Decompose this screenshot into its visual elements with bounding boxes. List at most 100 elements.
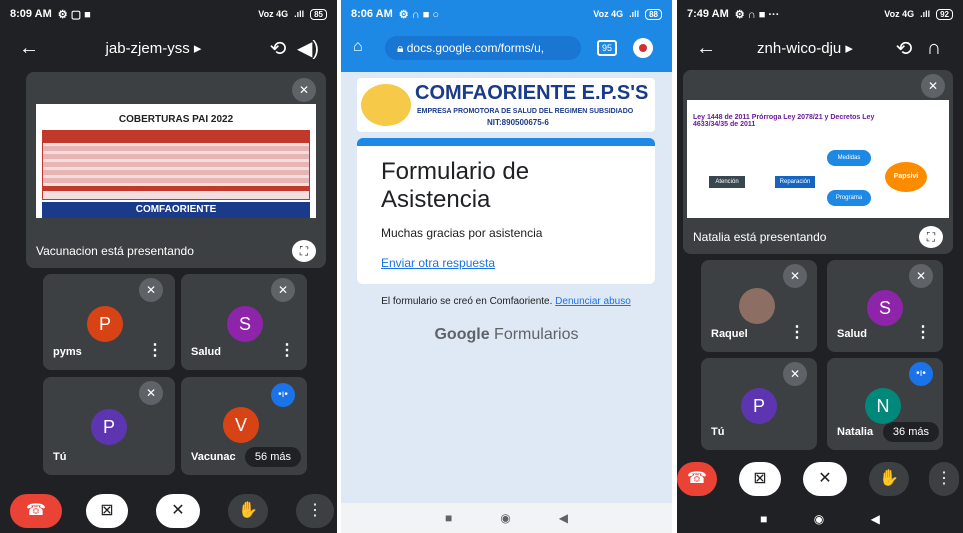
more-options-icon[interactable]: ⋮ [279, 340, 295, 360]
status-bar: 7:49 AM ⚙ ∩ ■ ··· Voz 4G .ıll 92 [677, 0, 963, 28]
mic-off-icon: ✕ [292, 78, 316, 102]
slide-title: COBERTURAS PAI 2022 [118, 114, 234, 125]
signal-icon: .ıll [920, 9, 931, 19]
camera-off-button[interactable]: ⊠ [86, 494, 128, 528]
avatar: P [91, 409, 127, 445]
participant-tile[interactable]: ✕ Raquel ⋮ [701, 260, 817, 352]
presenter-label: Vacunacion está presentando [36, 244, 194, 258]
headphones-icon[interactable]: ∩ [919, 37, 949, 60]
participant-tile[interactable]: ✕ P Tú [43, 377, 175, 475]
home-button-icon[interactable]: ◉ [500, 511, 510, 525]
mic-off-icon: ✕ [783, 362, 807, 386]
fullscreen-icon[interactable]: ⛶ [292, 240, 316, 262]
android-nav-bar: ■ ◉ ◀ [341, 503, 672, 533]
banner-subtitle: EMPRESA PROMOTORA DE SALUD DEL REGIMEN S… [417, 108, 634, 115]
presenter-label: Natalia está presentando [693, 230, 827, 244]
participant-tile[interactable]: ✕ S Salud ⋮ [181, 274, 307, 370]
home-button-icon[interactable]: ◉ [814, 512, 824, 526]
participant-name: Vacunac [191, 451, 236, 463]
mic-off-icon: ✕ [139, 278, 163, 302]
more-options-button[interactable]: ⋮ [929, 462, 959, 496]
participant-tile[interactable]: •ı• N Natalia 36 más [827, 358, 943, 450]
flow-box: Medidas Rehabilitación [827, 150, 871, 177]
battery-icon: 92 [936, 8, 953, 20]
report-abuse-link[interactable]: Denunciar abuso [555, 296, 631, 307]
participant-tile[interactable]: ✕ S Salud ⋮ [827, 260, 943, 352]
banner-nit: NIT:890500675-6 [487, 118, 549, 127]
clock: 7:49 AM [687, 8, 729, 20]
mic-off-icon: ✕ [271, 278, 295, 302]
mic-off-button[interactable]: ✕ [156, 494, 200, 528]
participant-name: Salud [191, 346, 221, 358]
battery-icon: 85 [310, 8, 327, 20]
more-options-button[interactable]: ⋮ [296, 494, 334, 528]
more-options-icon[interactable]: ⋮ [147, 340, 163, 360]
flow-box: Programa Rehabilitación [827, 190, 871, 217]
switch-camera-icon[interactable]: ⟲ [263, 36, 293, 61]
avatar: S [867, 290, 903, 326]
more-participants-button[interactable]: 36 más [882, 422, 939, 442]
avatar: P [87, 306, 123, 342]
switch-camera-icon[interactable]: ⟲ [889, 36, 919, 61]
end-call-button[interactable]: ☎ [677, 462, 717, 496]
avatar: S [227, 306, 263, 342]
slide-title: Ley 1448 de 2011 Prórroga Ley 2078/21 y … [693, 114, 875, 128]
mic-off-button[interactable]: ✕ [803, 462, 847, 496]
more-participants-button[interactable]: 56 más [244, 447, 301, 467]
url-bar[interactable]: 🔒︎ docs.google.com/forms/u, [385, 36, 581, 60]
profile-avatar[interactable] [633, 38, 653, 58]
comfaoriente-logo-icon [361, 84, 411, 126]
presentation-tile[interactable]: ✕ COBERTURAS PAI 2022 COMFAORIENTE Vacun… [26, 72, 326, 268]
submit-another-link[interactable]: Enviar otra respuesta [381, 256, 495, 270]
call-header: ← znh-wico-dju ▸ ⟲ ∩ [677, 30, 963, 66]
speaking-indicator-icon: •ı• [909, 362, 933, 386]
more-options-icon[interactable]: ⋮ [915, 322, 931, 342]
participant-name: Tú [711, 426, 725, 438]
tab-switcher-button[interactable]: 95 [597, 40, 617, 56]
raise-hand-button[interactable]: ✋ [228, 494, 268, 528]
recents-icon[interactable]: ■ [445, 511, 452, 525]
meeting-code[interactable]: jab-zjem-yss ▸ [44, 39, 263, 57]
comfaoriente-logo: COMFAORIENTE [42, 202, 310, 218]
form-banner: COMFAORIENTE E.P.S'S EMPRESA PROMOTORA D… [357, 78, 655, 132]
meeting-code[interactable]: znh-wico-dju ▸ [721, 39, 889, 57]
flow-box: Reparación [775, 176, 815, 188]
status-bar: 8:06 AM ⚙ ∩ ■ ○ Voz 4G .ıll 88 [341, 0, 672, 28]
footer-text: El formulario se creó en Comfaoriente. [381, 296, 553, 307]
back-icon[interactable]: ◀ [559, 511, 568, 525]
back-arrow-icon[interactable]: ← [691, 37, 721, 60]
banner-title: COMFAORIENTE E.P.S'S [415, 82, 649, 104]
raise-hand-button[interactable]: ✋ [869, 462, 909, 496]
back-arrow-icon[interactable]: ← [14, 37, 44, 60]
more-options-icon[interactable]: ⋮ [789, 322, 805, 342]
coverage-table [42, 130, 310, 200]
participant-name: Raquel [711, 328, 748, 340]
browser-form-screen: 8:06 AM ⚙ ∩ ■ ○ Voz 4G .ıll 88 ⌂ 🔒︎ docs… [341, 0, 672, 533]
confirmation-card: Formulario de Asistencia Muchas gracias … [357, 138, 655, 284]
google-forms-logo: Google Formularios [434, 326, 579, 343]
network-indicator: Voz 4G [258, 9, 289, 19]
participant-name: pyms [53, 346, 82, 358]
participant-tile[interactable]: ✕ P pyms ⋮ [43, 274, 175, 370]
android-nav-bar: ■ ◉ ◀ [677, 505, 963, 533]
camera-off-button[interactable]: ⊠ [739, 462, 781, 496]
lock-icon: 🔒︎ [397, 41, 404, 55]
back-icon[interactable]: ◀ [871, 512, 880, 526]
home-icon[interactable]: ⌂ [353, 38, 363, 56]
recents-icon[interactable]: ■ [760, 512, 767, 526]
notification-icons: ⚙ ∩ ■ ○ [398, 8, 440, 21]
avatar: V [223, 407, 259, 443]
confirmation-message: Muchas gracias por asistencia [381, 226, 543, 240]
battery-icon: 88 [645, 8, 662, 20]
meet-call-screen-left: 8:09 AM ⚙ ▢ ■ Voz 4G .ıll 85 ← jab-zjem-… [0, 0, 337, 533]
end-call-button[interactable]: ☎ [10, 494, 62, 528]
speaker-icon[interactable]: ◀) [293, 36, 323, 61]
mic-off-icon: ✕ [139, 381, 163, 405]
participant-tile[interactable]: •ı• V Vacunac 56 más [181, 377, 307, 475]
participant-name: Tú [53, 451, 67, 463]
participant-tile[interactable]: ✕ P Tú [701, 358, 817, 450]
notification-icons: ⚙ ∩ ■ ··· [734, 8, 780, 21]
fullscreen-icon[interactable]: ⛶ [919, 226, 943, 248]
presentation-tile[interactable]: ✕ Ley 1448 de 2011 Prórroga Ley 2078/21 … [683, 70, 953, 254]
mic-off-icon: ✕ [783, 264, 807, 288]
